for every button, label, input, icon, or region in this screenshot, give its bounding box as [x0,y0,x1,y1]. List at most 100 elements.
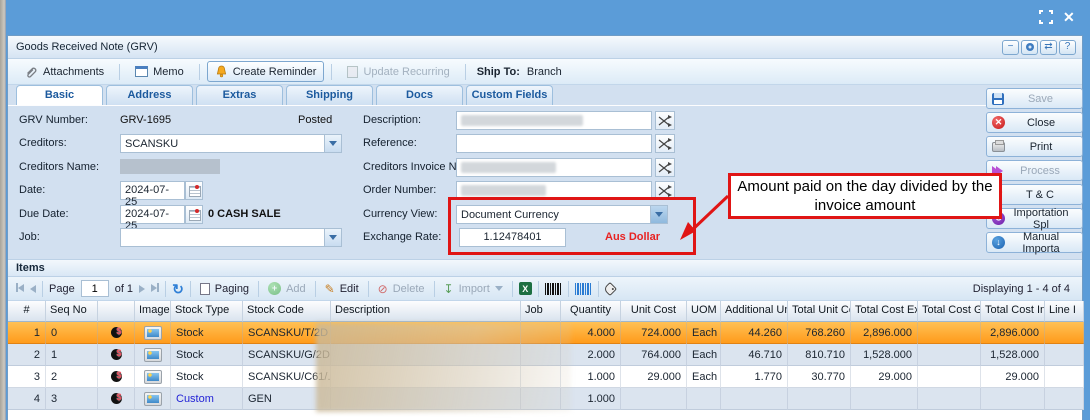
tab-strip: Basic Address Extras Shipping Docs Custo… [8,85,986,106]
col-unit-cost[interactable]: Unit Cost [621,301,687,322]
col-total-cost-ex[interactable]: Total Cost Ex ( [851,301,918,322]
page-title: Goods Received Note (GRV) [8,41,158,53]
invoice-lookup-button[interactable] [655,158,675,177]
prev-page-button[interactable] [30,285,36,293]
toolbar-separator [434,281,435,297]
cell-row-number: 2 [8,344,46,366]
close-window-icon[interactable]: ✕ [1063,9,1075,25]
help-button[interactable]: ? [1059,40,1076,55]
image-icon[interactable] [144,392,162,406]
edit-button[interactable]: ✎ Edit [322,281,362,297]
print-button[interactable]: Print [986,136,1083,157]
col-uom[interactable]: UOM [687,301,721,322]
grid-toolbar: Page of 1 ↻ Paging + Add ✎ Edit ⊘ Delete… [8,277,1082,301]
save-button[interactable]: Save [986,88,1083,109]
image-icon[interactable] [144,326,162,340]
image-icon[interactable] [144,370,162,384]
tab-custom-fields[interactable]: Custom Fields [466,85,553,105]
cell-stock-code: SCANSKU/C61/... [243,366,331,388]
col-line[interactable]: Line I [1045,301,1084,322]
tab-basic[interactable]: Basic [16,85,103,105]
annotation-arrow [676,186,736,246]
col-description[interactable]: Description [331,301,521,322]
col-image[interactable]: Image [135,301,171,322]
annotation-text: Amount paid on the day divided by the in… [735,177,995,216]
cost-icon [111,371,122,382]
barcode-blue-icon[interactable] [575,283,592,295]
col-total-cost-gst[interactable]: Total Cost GST [918,301,981,322]
col-job[interactable]: Job [521,301,561,322]
cell-stock-type: Custom [171,388,243,410]
col-stock-code[interactable]: Stock Code [243,301,331,322]
due-date-input[interactable]: 2024-07-25 [120,205,185,224]
image-icon[interactable] [144,348,162,362]
manual-importation-button[interactable]: ↓ Manual Importa [986,232,1083,253]
calendar-icon[interactable] [185,205,203,224]
col-total-unit-cost[interactable]: Total Unit Cos [788,301,851,322]
import-button[interactable]: ↧ Import [441,281,506,297]
tab-address[interactable]: Address [106,85,193,105]
job-label: Job: [19,231,40,243]
memo-button[interactable]: Memo [127,62,192,82]
tag-icon[interactable] [603,281,617,295]
creditors-select[interactable]: SCANSKU [120,134,342,153]
edit-label: Edit [340,283,359,295]
col-quantity[interactable]: Quantity [561,301,621,322]
cell-total-inc [981,388,1045,410]
printer-icon [992,142,1005,152]
cell-uom [687,388,721,410]
excel-export-button[interactable]: X [519,282,532,295]
next-page-button[interactable] [139,285,145,293]
grid-refresh-button[interactable]: ↻ [172,282,184,296]
tab-docs[interactable]: Docs [376,85,463,105]
page-input[interactable] [81,280,109,297]
recurring-doc-icon [347,66,358,78]
table-header-row: # Seq No Image Stock Type Stock Code Des… [8,301,1084,322]
attachments-button[interactable]: Attachments [16,61,112,83]
terms-label: T & C [1003,189,1077,201]
update-recurring-button[interactable]: Update Recurring [339,62,457,82]
cell-total-gst [918,344,981,366]
tab-extras[interactable]: Extras [196,85,283,105]
paging-button[interactable]: Paging [197,281,252,297]
date-input[interactable]: 2024-07-25 [120,181,185,200]
fullscreen-icon[interactable] [1038,9,1054,25]
page-icon [200,283,210,295]
col-total-cost-inc[interactable]: Total Cost Inc [981,301,1045,322]
settings-button[interactable] [1021,40,1038,55]
job-select[interactable] [120,228,342,247]
create-reminder-button[interactable]: Create Reminder [207,61,325,82]
refresh-button[interactable]: ⇄ [1040,40,1057,55]
add-button[interactable]: + Add [265,280,309,297]
cell-quantity: 2.000 [561,344,621,366]
minimize-button[interactable]: − [1002,40,1019,55]
table-row[interactable]: 3 2 Stock SCANSKU/C61/... 1.000 29.000 E… [8,366,1084,388]
col-additional-unit[interactable]: Additional Uni [721,301,788,322]
toolbar-separator [538,281,539,297]
delete-button[interactable]: ⊘ Delete [375,281,428,297]
cell-job [521,322,561,344]
first-page-button[interactable] [16,283,24,295]
cell-job [521,344,561,366]
col-cost-flag[interactable] [98,301,135,322]
table-row[interactable]: 4 3 Custom GEN 1.000 [8,388,1084,410]
cell-description [331,366,521,388]
description-lookup-button[interactable] [655,111,675,130]
tab-shipping[interactable]: Shipping [286,85,373,105]
table-row[interactable]: 2 1 Stock SCANSKU/G/2D 2.000 764.000 Eac… [8,344,1084,366]
table-row[interactable]: 1 0 Stock SCANSKU/T/2D 4.000 724.000 Eac… [8,322,1084,344]
annotation-callout: Amount paid on the day divided by the in… [728,173,1002,219]
col-stock-type[interactable]: Stock Type [171,301,243,322]
last-page-button[interactable] [151,283,159,295]
col-row-number[interactable]: # [8,301,46,322]
col-seq-no[interactable]: Seq No [46,301,98,322]
calendar-icon[interactable] [185,181,203,200]
reference-lookup-button[interactable] [655,134,675,153]
toolbar-separator [258,281,259,297]
close-button[interactable]: ✕ Close [986,112,1083,133]
creditors-invoice-no-label: Creditors Invoice No: [363,161,466,173]
delete-label: Delete [393,283,425,295]
reference-input[interactable] [456,134,652,153]
barcode-icon[interactable] [545,283,562,295]
cell-additional-unit [721,388,788,410]
